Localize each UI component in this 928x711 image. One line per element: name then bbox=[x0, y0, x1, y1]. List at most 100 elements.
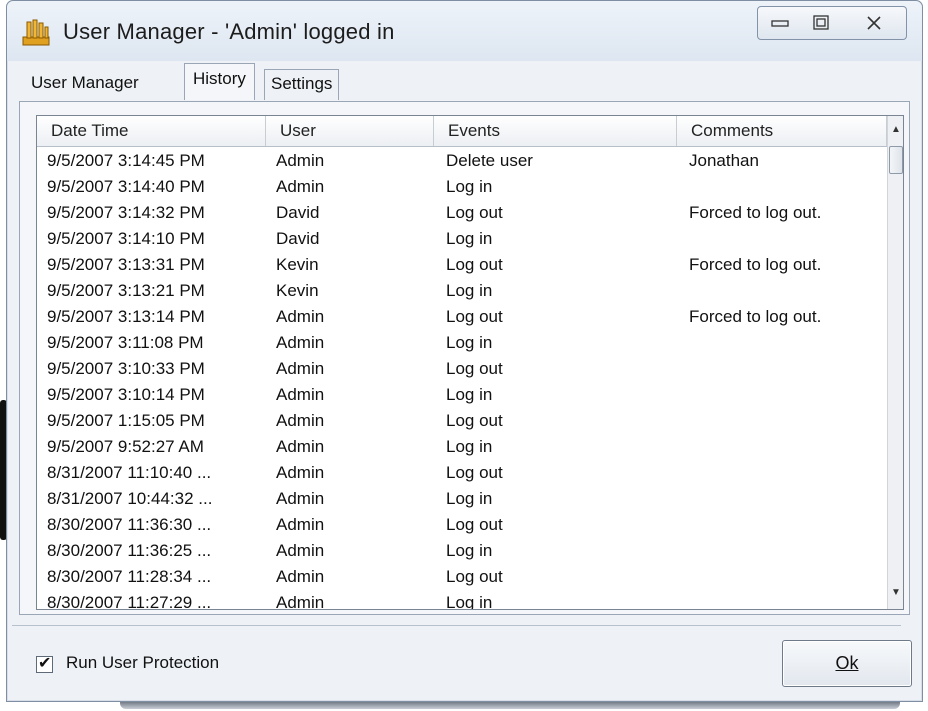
cell-comment bbox=[689, 512, 887, 538]
cell-user: Kevin bbox=[276, 255, 319, 274]
tab-history[interactable]: History bbox=[184, 63, 255, 100]
cell-comment bbox=[689, 356, 887, 382]
cell-date-time: 9/5/2007 3:13:31 PM bbox=[47, 255, 205, 274]
cell-user: David bbox=[276, 203, 320, 222]
cell-event: Log out bbox=[446, 463, 503, 482]
cell-event: Log out bbox=[446, 567, 503, 586]
close-icon bbox=[842, 7, 906, 39]
maximize-button[interactable] bbox=[800, 6, 843, 40]
table-row[interactable]: 9/5/2007 3:14:32 PM David Log out Forced to… bbox=[37, 200, 887, 226]
cell-comment bbox=[689, 226, 887, 252]
cell-comment bbox=[689, 330, 887, 356]
run-user-protection-checkbox[interactable]: ✔ bbox=[36, 655, 53, 673]
cell-event: Log in bbox=[446, 229, 493, 248]
cell-event: Log in bbox=[446, 281, 493, 300]
table-row[interactable]: 9/5/2007 3:13:31 PM Kevin Log out Forced to… bbox=[37, 252, 887, 278]
tab-settings[interactable]: Settings bbox=[264, 69, 340, 100]
cell-event: Log out bbox=[446, 255, 503, 274]
maximize-icon bbox=[800, 7, 842, 39]
cell-date-time: 9/5/2007 3:11:08 PM bbox=[47, 333, 204, 352]
cell-comment bbox=[689, 590, 887, 609]
table-row[interactable]: 8/30/2007 11:28:34 ... Admin Log out bbox=[37, 564, 887, 590]
table-row[interactable]: 9/5/2007 3:10:33 PM Admin Log out bbox=[37, 356, 887, 382]
table-row[interactable]: 9/5/2007 3:13:14 PM Admin Log out Forced to… bbox=[37, 304, 887, 330]
cell-user: Admin bbox=[276, 437, 325, 456]
cell-date-time: 8/31/2007 10:44:32 ... bbox=[47, 489, 213, 508]
cell-user: Admin bbox=[276, 567, 325, 586]
cell-date-time: 9/5/2007 3:10:33 PM bbox=[47, 359, 205, 378]
cell-date-time: 8/30/2007 11:28:34 ... bbox=[47, 567, 212, 586]
table-row[interactable]: 9/5/2007 3:11:08 PM Admin Log in bbox=[37, 330, 887, 356]
cell-event: Log in bbox=[446, 541, 493, 560]
table-row[interactable]: 8/30/2007 11:27:29 ... Admin Log in bbox=[37, 590, 887, 610]
cell-user: Admin bbox=[276, 593, 325, 610]
cell-comment: Jonathan bbox=[689, 151, 759, 170]
cell-user: Admin bbox=[276, 463, 325, 482]
table-row[interactable]: 8/31/2007 10:44:32 ... Admin Log in bbox=[37, 486, 887, 512]
table-row[interactable]: 9/5/2007 3:10:14 PM Admin Log in bbox=[37, 382, 887, 408]
cell-date-time: 9/5/2007 3:13:14 PM bbox=[47, 307, 205, 326]
cell-user: Admin bbox=[276, 359, 325, 378]
history-list[interactable]: Date Time User Events Comments 9/5/2007 … bbox=[36, 115, 904, 610]
table-row[interactable]: 9/5/2007 9:52:27 AM Admin Log in bbox=[37, 434, 887, 460]
table-row[interactable]: 9/5/2007 3:13:21 PM Kevin Log in bbox=[37, 278, 887, 304]
cell-date-time: 9/5/2007 3:13:21 PM bbox=[47, 281, 205, 300]
cell-event: Log out bbox=[446, 359, 503, 378]
table-row[interactable]: 9/5/2007 3:14:10 PM David Log in bbox=[37, 226, 887, 252]
cell-event: Log out bbox=[446, 203, 503, 222]
table-row[interactable]: 8/30/2007 11:36:30 ... Admin Log out bbox=[37, 512, 887, 538]
cell-date-time: 9/5/2007 9:52:27 AM bbox=[47, 437, 204, 456]
ok-button[interactable]: Ok bbox=[782, 640, 912, 687]
column-header-user[interactable]: User bbox=[266, 116, 434, 146]
cell-date-time: 9/5/2007 3:14:40 PM bbox=[47, 177, 205, 196]
divider bbox=[12, 625, 901, 626]
table-row[interactable]: 8/31/2007 11:10:40 ... Admin Log out bbox=[37, 460, 887, 486]
cell-event: Log in bbox=[446, 333, 493, 352]
minimize-button[interactable] bbox=[757, 6, 802, 40]
cell-user: Admin bbox=[276, 541, 325, 560]
cell-event: Log in bbox=[446, 437, 493, 456]
cell-event: Log in bbox=[446, 593, 493, 610]
run-user-protection-label[interactable]: Run User Protection bbox=[66, 653, 219, 673]
table-row[interactable]: 9/5/2007 3:14:45 PM Admin Delete user Jonat… bbox=[37, 148, 887, 174]
cell-comment bbox=[689, 174, 887, 200]
cell-user: Admin bbox=[276, 385, 325, 404]
minimize-icon bbox=[758, 7, 801, 39]
cell-comment bbox=[689, 564, 887, 590]
column-header-comments[interactable]: Comments bbox=[677, 116, 887, 146]
cell-user: Admin bbox=[276, 489, 325, 508]
cell-user: Admin bbox=[276, 333, 325, 352]
scrollbar-thumb[interactable] bbox=[889, 146, 903, 174]
cell-comment: Forced to log out. bbox=[689, 255, 822, 274]
table-row[interactable]: 9/5/2007 1:15:05 PM Admin Log out bbox=[37, 408, 887, 434]
close-button[interactable] bbox=[842, 6, 907, 40]
list-rows: 9/5/2007 3:14:45 PM Admin Delete user Jonat… bbox=[37, 148, 887, 610]
tab-bar: User Manager History Settings bbox=[19, 63, 910, 103]
cell-user: Kevin bbox=[276, 281, 319, 300]
cell-date-time: 9/5/2007 3:14:32 PM bbox=[47, 203, 205, 222]
users-app-icon bbox=[22, 19, 50, 46]
vertical-scrollbar[interactable]: ▲ ▼ bbox=[887, 116, 903, 609]
tab-user-manager[interactable]: User Manager bbox=[31, 69, 139, 99]
column-header-date-time[interactable]: Date Time bbox=[37, 116, 266, 146]
scroll-up-arrow-icon[interactable]: ▲ bbox=[888, 120, 903, 140]
window-title: User Manager - 'Admin' logged in bbox=[63, 19, 395, 44]
cell-comment bbox=[689, 278, 887, 304]
cell-event: Log out bbox=[446, 515, 503, 534]
table-row[interactable]: 9/5/2007 3:14:40 PM Admin Log in bbox=[37, 174, 887, 200]
scroll-down-arrow-icon[interactable]: ▼ bbox=[888, 583, 903, 603]
cell-event: Log in bbox=[446, 489, 493, 508]
cell-user: Admin bbox=[276, 177, 325, 196]
list-header: Date Time User Events Comments bbox=[37, 116, 887, 147]
table-row[interactable]: 8/30/2007 11:36:25 ... Admin Log in bbox=[37, 538, 887, 564]
cell-comment: Forced to log out. bbox=[689, 203, 822, 222]
cell-date-time: 9/5/2007 3:14:10 PM bbox=[47, 229, 205, 248]
cell-event: Log out bbox=[446, 411, 503, 430]
title-bar[interactable]: User Manager - 'Admin' logged in bbox=[7, 1, 922, 61]
cell-event: Log out bbox=[446, 307, 503, 326]
column-header-events[interactable]: Events bbox=[434, 116, 677, 146]
cell-date-time: 8/30/2007 11:36:30 ... bbox=[47, 515, 212, 534]
cell-user: Admin bbox=[276, 515, 325, 534]
cell-event: Log in bbox=[446, 177, 493, 196]
cell-date-time: 8/31/2007 11:10:40 ... bbox=[47, 463, 212, 482]
